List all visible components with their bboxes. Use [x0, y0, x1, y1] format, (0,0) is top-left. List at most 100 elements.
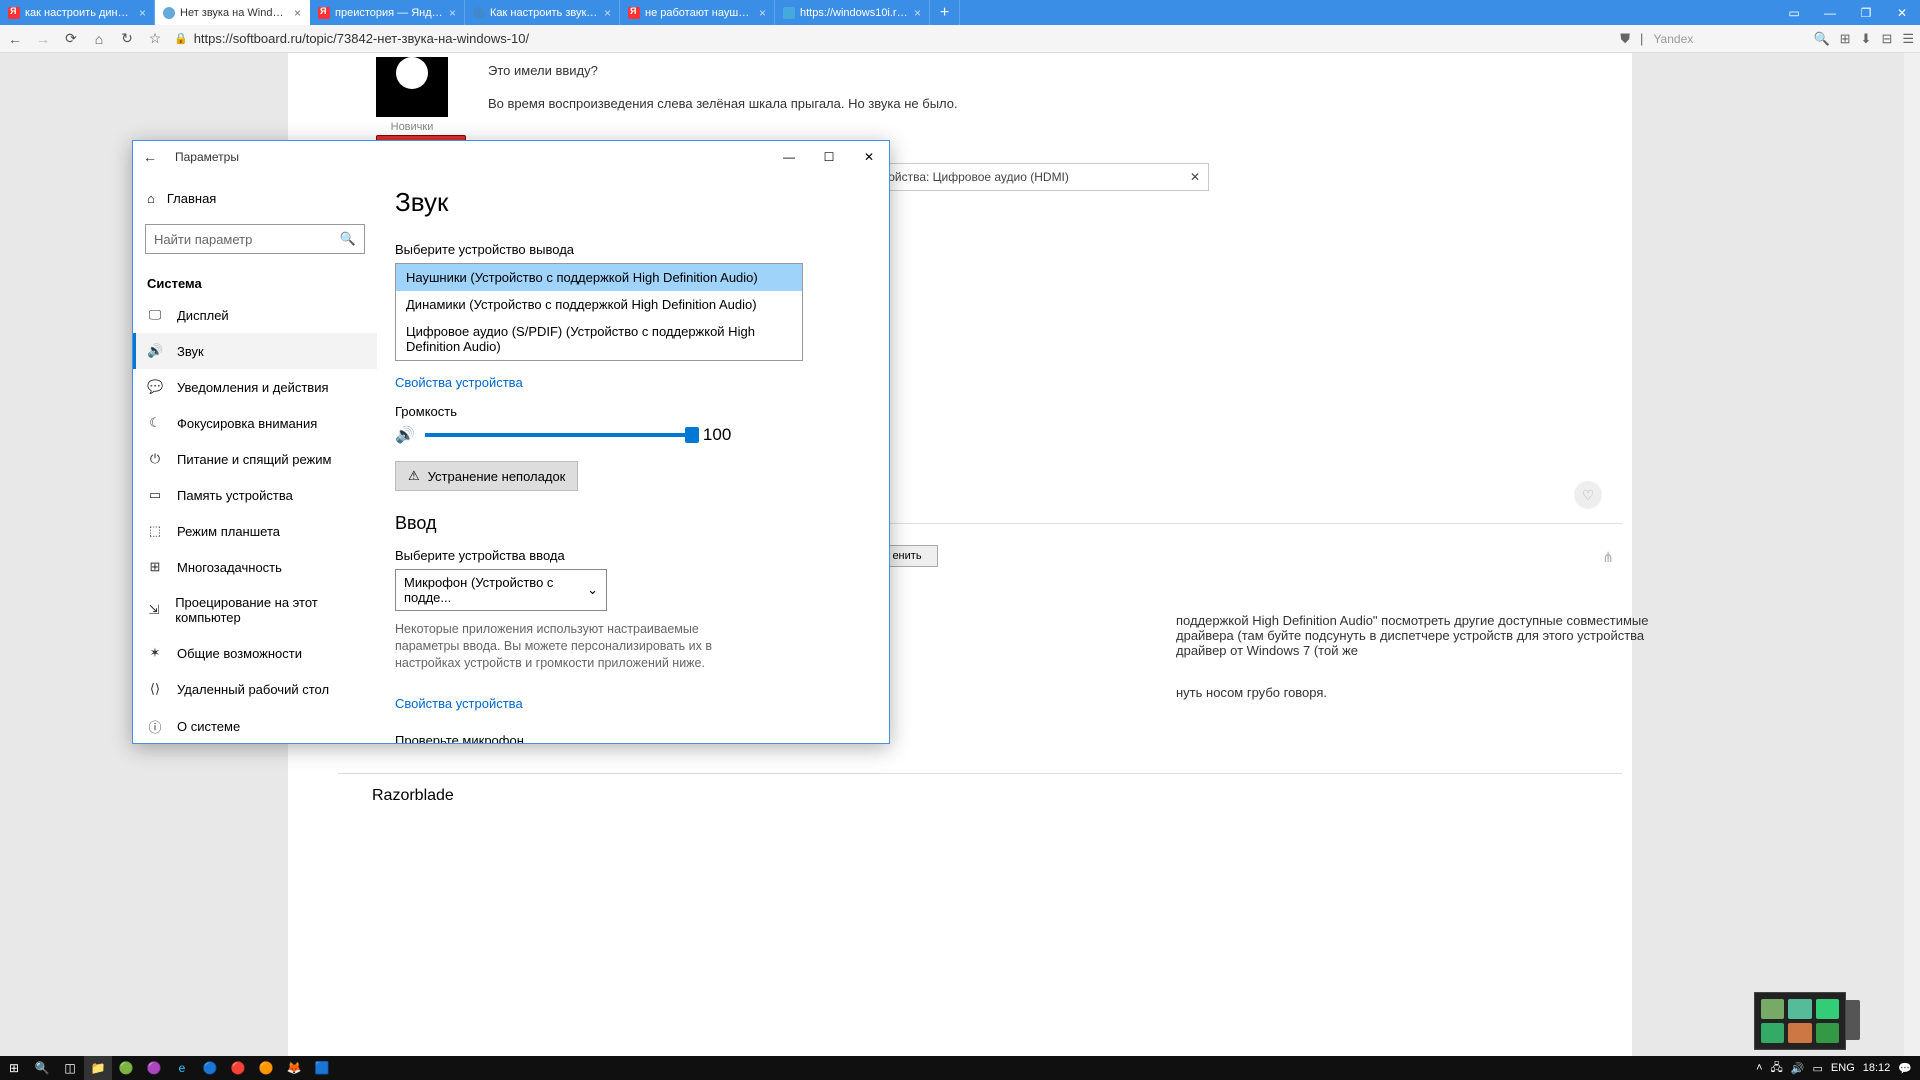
- language-indicator[interactable]: ENG: [1831, 1062, 1855, 1074]
- sidebar-item-focus[interactable]: ☾ Фокусировка внимания: [133, 405, 377, 441]
- browser-tab[interactable]: https://windows10i.ru/wi×: [775, 0, 930, 25]
- apps-icon[interactable]: ⊟: [1881, 31, 1892, 47]
- sidebar-home[interactable]: ⌂Главная: [133, 183, 377, 214]
- sidebar-label: Уведомления и действия: [177, 380, 329, 395]
- sidebar-item-projecting[interactable]: ⇲Проецирование на этот компьютер: [133, 585, 377, 635]
- like-button[interactable]: ♡: [1574, 481, 1602, 509]
- username[interactable]: Razorblade: [372, 787, 454, 805]
- browser-tab[interactable]: Как настроить звук на×: [465, 0, 620, 25]
- taskbar-app[interactable]: 🟣: [140, 1056, 168, 1080]
- star-icon[interactable]: ☆: [146, 30, 164, 47]
- home-icon[interactable]: ⌂: [90, 31, 108, 47]
- yandex-icon: [8, 7, 20, 19]
- sidebar-item-storage[interactable]: ▭Память устройства: [133, 477, 377, 513]
- input-properties-link[interactable]: Свойства устройства: [395, 696, 523, 711]
- input-device-dropdown[interactable]: Микрофон (Устройство с подде...⌄: [395, 569, 607, 611]
- maximize-icon[interactable]: ☐: [809, 141, 849, 173]
- sidebar-item-multitask[interactable]: ⊞Многозадачность: [133, 549, 377, 585]
- close-icon[interactable]: ×: [914, 6, 921, 20]
- lock-icon: 🔒: [174, 32, 188, 45]
- home-icon: ⌂: [147, 191, 155, 206]
- tray-chevron-icon[interactable]: ˄: [1756, 1062, 1762, 1074]
- taskbar-app[interactable]: 🔵: [196, 1056, 224, 1080]
- close-icon[interactable]: ×: [604, 6, 611, 20]
- tablet-icon: ⬚: [147, 523, 163, 539]
- url-field[interactable]: 🔒 https://softboard.ru/topic/73842-нет-з…: [174, 31, 1610, 46]
- sidebar-label: Фокусировка внимания: [177, 416, 317, 431]
- forward-icon[interactable]: →: [34, 31, 52, 47]
- sidebar-item-remote[interactable]: ⟨⟩Удаленный рабочий стол: [133, 671, 377, 707]
- taskbar-app[interactable]: 🟦: [308, 1056, 336, 1080]
- close-icon[interactable]: ✕: [1160, 170, 1200, 184]
- back-icon[interactable]: ←: [143, 149, 163, 165]
- start-button[interactable]: ⊞: [0, 1056, 28, 1080]
- close-icon[interactable]: ✕: [1884, 0, 1920, 25]
- minimize-icon[interactable]: —: [1812, 0, 1848, 25]
- device-option[interactable]: Цифровое аудио (S/PDIF) (Устройство с по…: [396, 318, 802, 360]
- close-icon[interactable]: ✕: [849, 141, 889, 173]
- device-properties-link[interactable]: Свойства устройства: [395, 375, 523, 390]
- scrollbar[interactable]: [1904, 53, 1920, 1056]
- taskbar-app[interactable]: 🔴: [224, 1056, 252, 1080]
- panel-icon[interactable]: ▭: [1776, 0, 1812, 25]
- volume-slider[interactable]: [425, 433, 693, 437]
- task-view-button[interactable]: ◫: [56, 1056, 84, 1080]
- minimize-icon[interactable]: —: [769, 141, 809, 173]
- action-center-icon[interactable]: 💬: [1898, 1062, 1912, 1075]
- menu-icon[interactable]: ☰: [1902, 31, 1914, 47]
- history-icon[interactable]: ↻: [118, 30, 136, 47]
- search-placeholder: Найти параметр: [154, 232, 252, 247]
- taskbar-app[interactable]: 🟢: [112, 1056, 140, 1080]
- sidebar-item-notifications[interactable]: 💬Уведомления и действия: [133, 369, 377, 405]
- search-input[interactable]: Yandex: [1653, 32, 1803, 46]
- browser-tab[interactable]: преистория — Яндекс.×: [310, 0, 465, 25]
- browser-tab-active[interactable]: Нет звука на Windows ×: [155, 0, 310, 25]
- tray-popup[interactable]: [1754, 992, 1846, 1050]
- tray-icon[interactable]: ▭: [1813, 1062, 1823, 1075]
- window-title: Параметры: [175, 150, 239, 164]
- browser-tab[interactable]: не работают наушники×: [620, 0, 775, 25]
- tab-label: Нет звука на Windows: [180, 7, 288, 19]
- search-icon[interactable]: 🔍: [1813, 31, 1829, 47]
- settings-search[interactable]: Найти параметр🔍: [145, 224, 365, 254]
- reload-icon[interactable]: ⟳: [62, 30, 80, 47]
- taskbar-app[interactable]: 📁: [84, 1056, 112, 1080]
- volume-icon[interactable]: 🔊: [1791, 1062, 1805, 1075]
- sidebar-item-tablet[interactable]: ⬚Режим планшета: [133, 513, 377, 549]
- search-button[interactable]: 🔍: [28, 1056, 56, 1080]
- shield-icon[interactable]: ⛊: [1620, 31, 1630, 47]
- taskbar-app[interactable]: 🦊: [280, 1056, 308, 1080]
- sidebar-item-about[interactable]: ⓘО системе: [133, 707, 377, 746]
- browser-tab[interactable]: как настроить динами×: [0, 0, 155, 25]
- new-tab-button[interactable]: +: [930, 0, 960, 25]
- close-icon[interactable]: ×: [294, 6, 301, 20]
- back-icon[interactable]: ←: [6, 31, 24, 47]
- troubleshoot-button[interactable]: ⚠Устранение неполадок: [395, 461, 578, 491]
- maximize-icon[interactable]: ❐: [1848, 0, 1884, 25]
- share-icon[interactable]: ⋔: [1602, 549, 1614, 566]
- sidebar-item-sound[interactable]: 🔊Звук: [133, 333, 377, 369]
- sidebar-item-display[interactable]: 🖵Дисплей: [133, 297, 377, 333]
- close-icon[interactable]: ×: [449, 6, 456, 20]
- close-icon[interactable]: ×: [139, 6, 146, 20]
- hdmi-properties-tab[interactable]: 🔈 Свойства: Цифровое аудио (HDMI) ✕: [846, 163, 1209, 191]
- device-option[interactable]: Наушники (Устройство с поддержкой High D…: [396, 264, 802, 291]
- speaker-icon: 🔊: [395, 425, 415, 445]
- yandex-icon: [628, 7, 640, 19]
- close-icon[interactable]: ×: [759, 6, 766, 20]
- clock[interactable]: 18:12: [1863, 1062, 1891, 1074]
- output-device-dropdown[interactable]: Наушники (Устройство с поддержкой High D…: [395, 263, 803, 361]
- network-icon[interactable]: 🖧: [1771, 1059, 1783, 1078]
- extensions-icon[interactable]: ⊞: [1840, 31, 1851, 47]
- divider: [338, 773, 1622, 774]
- download-icon[interactable]: ⬇: [1861, 31, 1872, 47]
- page-title: Звук: [395, 187, 865, 218]
- sidebar-item-shared[interactable]: ✶Общие возможности: [133, 635, 377, 671]
- moon-icon: ☾: [147, 415, 163, 431]
- sidebar-item-power[interactable]: ⏻Питание и спящий режим: [133, 441, 377, 477]
- taskbar-app[interactable]: e: [168, 1056, 196, 1080]
- sidebar-section: Система: [133, 264, 377, 297]
- input-label: Выберите устройства ввода: [395, 548, 865, 563]
- taskbar-app[interactable]: 🟠: [252, 1056, 280, 1080]
- device-option[interactable]: Динамики (Устройство с поддержкой High D…: [396, 291, 802, 318]
